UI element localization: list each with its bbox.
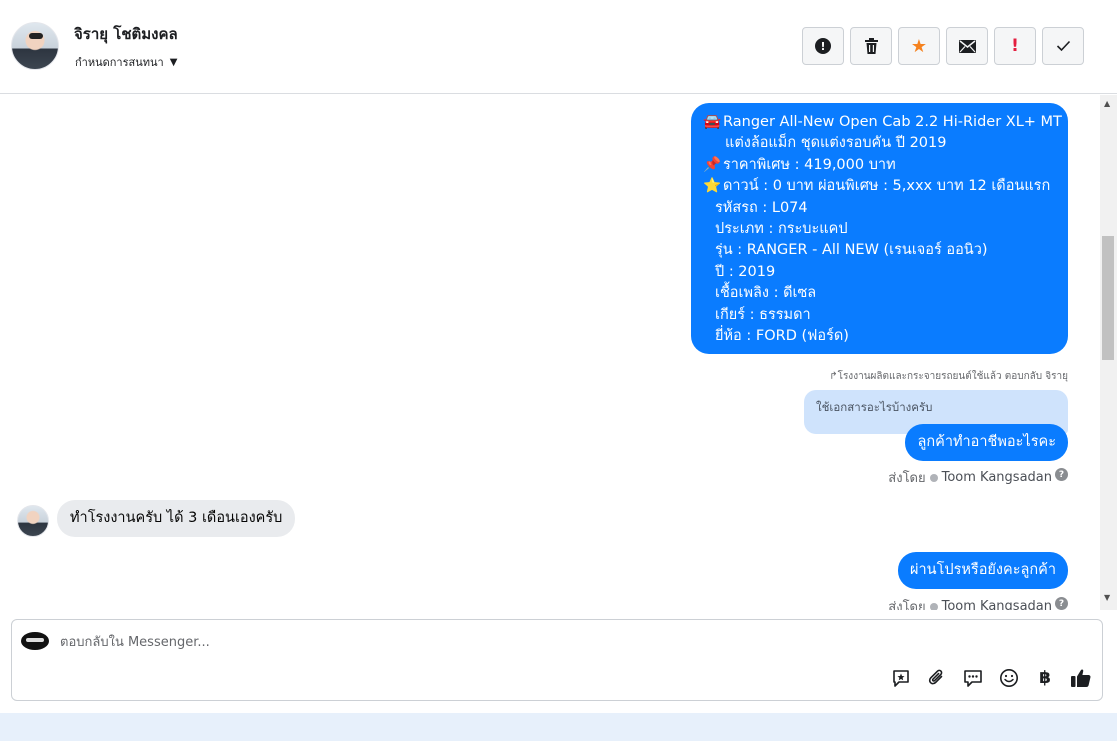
scrollbar-thumb[interactable] (1102, 236, 1114, 360)
exclamation-icon: ! (1011, 36, 1019, 56)
listing-gear: เกียร์ : ธรรมดา (715, 306, 811, 323)
reply-input[interactable] (60, 632, 660, 652)
help-icon[interactable]: ? (1055, 468, 1068, 481)
mark-important-button[interactable]: ! (994, 27, 1036, 65)
checkmark-icon (1056, 40, 1070, 52)
listing-price: ราคาพิเศษ : 419,000 บาท (723, 156, 896, 173)
smiley-icon (1000, 669, 1018, 687)
listing-down-payment: ดาวน์ : 0 บาท ผ่อนพิเศษ : 5,xxx บาท 12 เ… (723, 178, 1051, 195)
sent-by-label: ส่งโดย (888, 600, 926, 610)
payment-button[interactable]: ฿ (1034, 667, 1056, 689)
scroll-down-arrow-icon[interactable]: ▼ (1104, 593, 1110, 602)
assign-conversation-dropdown[interactable]: กำหนดการสนทนา ▼ (75, 53, 177, 71)
outgoing-message[interactable]: ผ่านโปรหรือยังคะลูกค้า (898, 552, 1068, 589)
envelope-icon (958, 39, 976, 53)
scroll-up-arrow-icon[interactable]: ▲ (1104, 99, 1110, 108)
listing-code: รหัสรถ : L074 (715, 199, 808, 216)
car-listing-message[interactable]: 🚘 Ranger All-New Open Cab 2.2 Hi-Rider XL… (691, 103, 1068, 354)
page-logo (21, 632, 49, 650)
quick-reply-button[interactable] (962, 667, 984, 689)
agent-status-icon (929, 473, 938, 482)
contact-avatar[interactable] (11, 22, 59, 70)
incoming-message[interactable]: ทำโรงงานครับ ได้ 3 เดือนเองครับ (57, 500, 296, 537)
listing-brand: ยี่ห้อ : FORD (ฟอร์ด) (715, 328, 849, 345)
thumbs-up-icon (1071, 669, 1091, 687)
like-button[interactable] (1070, 667, 1092, 689)
sent-by-info: ส่งโดย Toom Kangsadan (888, 596, 1052, 610)
listing-subtitle: แต่งล้อแม็ก ชุดแต่งรอบคัน ปี 2019 (725, 135, 947, 152)
thread-scrollbar[interactable]: ▲ ▼ (1100, 95, 1117, 610)
agent-name: Toom Kangsadan (941, 470, 1052, 485)
alert-circle-icon: ! (815, 38, 831, 54)
agent-name: Toom Kangsadan (941, 599, 1052, 610)
contact-name[interactable]: จิรายุ โชติมงคล (74, 22, 178, 46)
footer-band (0, 713, 1117, 741)
help-icon[interactable]: ? (1055, 597, 1068, 610)
paperclip-icon (928, 669, 943, 685)
caret-down-icon: ▼ (169, 56, 178, 68)
delete-button[interactable] (850, 27, 892, 65)
composer-actions: ฿ (890, 667, 1092, 689)
chat-dots-icon (964, 670, 982, 687)
car-icon: 🚘 (703, 114, 722, 130)
sent-by-label: ส่งโดย (888, 471, 926, 486)
reply-context-note: ↱โรงงานผลิตและกระจายรถยนต์ใช้แล้ว ตอบกลั… (829, 371, 1068, 382)
attach-file-button[interactable] (926, 667, 948, 689)
outgoing-message[interactable]: ลูกค้าทำอาชีพอะไรคะ (905, 424, 1068, 461)
star-icon: ★ (910, 35, 928, 57)
listing-model: รุ่น : RANGER - All NEW (เรนเจอร์ ออนิว) (715, 242, 988, 259)
trash-icon (864, 38, 878, 54)
star-button[interactable]: ★ (898, 27, 940, 65)
conversation-toolbar: ! ★ ! (802, 27, 1084, 65)
pushpin-icon: 📌 (703, 156, 722, 173)
messenger-inbox: จิรายุ โชติมงคล กำหนดการสนทนา ▼ ! ★ ! 🚘 … (0, 0, 1117, 741)
baht-icon: ฿ (1039, 668, 1051, 688)
emoji-button[interactable] (998, 667, 1020, 689)
agent-status-icon (929, 602, 938, 610)
assign-conversation-label: กำหนดการสนทนา (75, 56, 164, 69)
listing-fuel: เชื้อเพลิง : ดีเซล (715, 285, 817, 302)
listing-title: Ranger All-New Open Cab 2.2 Hi-Rider XL+… (723, 114, 1062, 130)
mark-unread-button[interactable] (946, 27, 988, 65)
star-emoji-icon: ⭐ (703, 178, 722, 195)
mark-done-button[interactable] (1042, 27, 1084, 65)
saved-reply-button[interactable] (890, 667, 912, 689)
message-composer: ฿ (11, 619, 1103, 701)
mark-spam-button[interactable]: ! (802, 27, 844, 65)
saved-reply-icon (893, 670, 909, 687)
listing-type: ประเภท : กระบะแคป (715, 221, 848, 238)
message-thread[interactable]: 🚘 Ranger All-New Open Cab 2.2 Hi-Rider XL… (0, 95, 1100, 610)
listing-year: ปี : 2019 (715, 263, 776, 280)
sent-by-info: ส่งโดย Toom Kangsadan (888, 467, 1052, 488)
contact-avatar-small (17, 505, 49, 537)
conversation-header: จิรายุ โชติมงคล กำหนดการสนทนา ▼ ! ★ ! (0, 0, 1117, 94)
